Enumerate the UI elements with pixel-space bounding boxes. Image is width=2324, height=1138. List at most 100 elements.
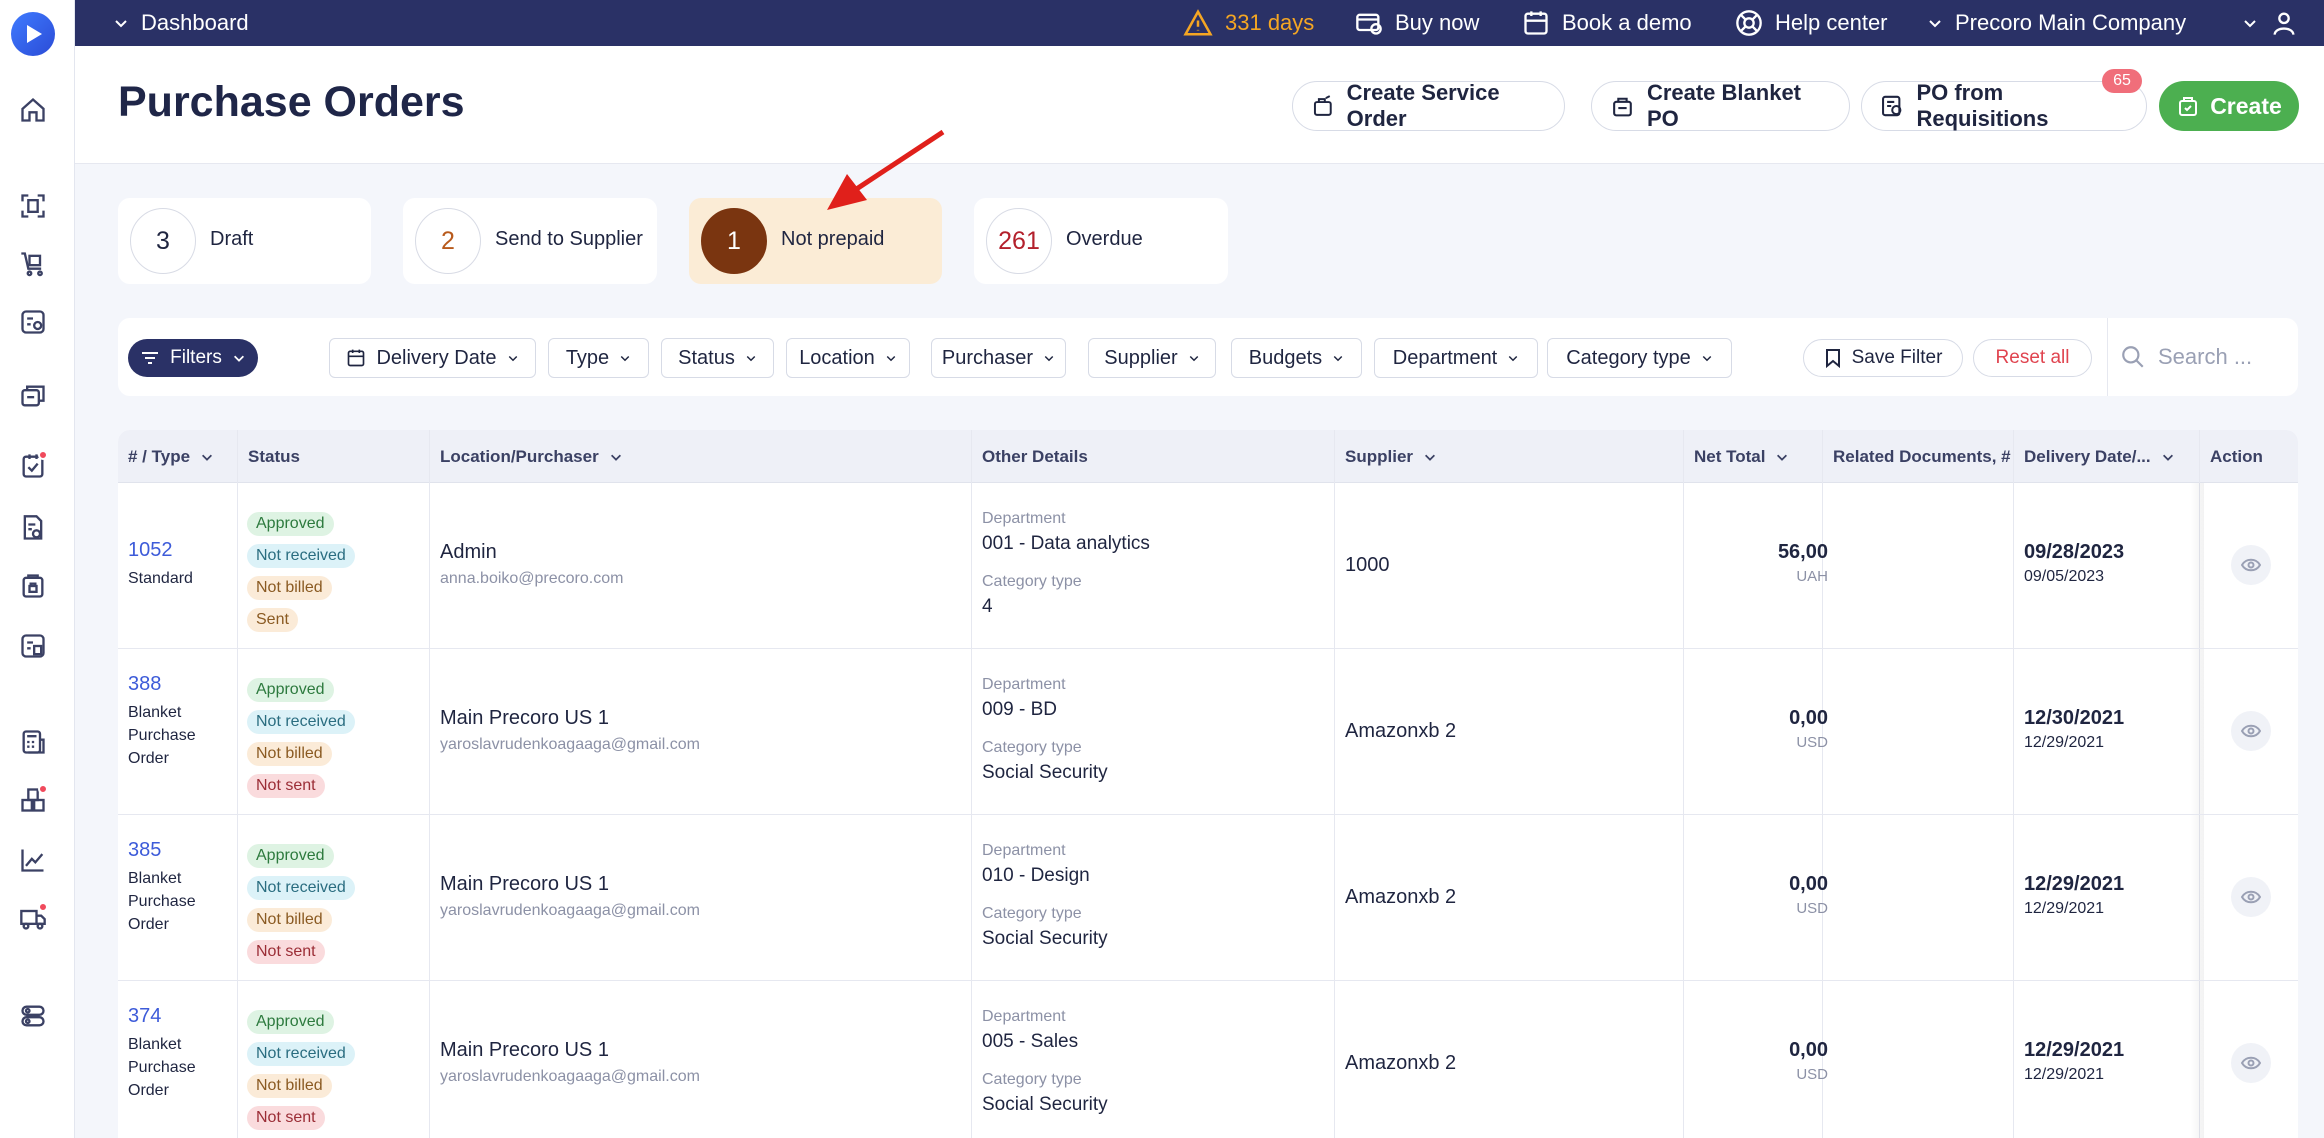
chevron-down-icon: [1333, 355, 1343, 362]
approvals-icon[interactable]: [17, 450, 49, 482]
po-number-link[interactable]: 1052: [128, 539, 173, 562]
precoro-logo[interactable]: [11, 12, 55, 56]
scan-document-icon[interactable]: [17, 190, 49, 222]
card-count: 261: [986, 208, 1052, 274]
status-card-send-to-supplier[interactable]: 2 Send to Supplier: [403, 198, 657, 284]
chevron-down-icon: [1929, 20, 1941, 28]
buy-now-link[interactable]: Buy now: [1355, 0, 1479, 46]
view-button[interactable]: [2231, 1043, 2271, 1083]
create-button[interactable]: Create: [2159, 81, 2299, 131]
status-badge: Sent: [247, 608, 298, 632]
filter-department[interactable]: Department: [1374, 338, 1538, 378]
location-name: Admin: [440, 541, 497, 563]
view-button[interactable]: [2231, 711, 2271, 751]
settings-toggles-icon[interactable]: [17, 1000, 49, 1032]
filter-budgets[interactable]: Budgets: [1231, 338, 1362, 378]
lock-document-icon[interactable]: [17, 570, 49, 602]
filter-supplier[interactable]: Supplier: [1088, 338, 1216, 378]
status-card-overdue[interactable]: 261 Overdue: [974, 198, 1228, 284]
column-location-purchaser[interactable]: Location/Purchaser: [440, 430, 623, 483]
bag-icon: [1313, 95, 1332, 116]
invoice-icon[interactable]: [17, 512, 49, 544]
po-type-line: Blanket: [128, 1036, 182, 1053]
search-input[interactable]: [2158, 342, 2288, 372]
eye-icon: [2241, 1056, 2261, 1070]
save-filter-button[interactable]: Save Filter: [1803, 339, 1963, 377]
warning-icon: [1183, 9, 1213, 36]
cart-icon[interactable]: [17, 248, 49, 280]
delivery-icon[interactable]: [17, 902, 49, 934]
column-label: Other Details: [982, 446, 1088, 466]
purchaser-email: yaroslavrudenkoagaaga@gmail.com: [440, 902, 700, 919]
chevron-down-icon: [2162, 454, 2173, 461]
user-menu[interactable]: [2242, 0, 2298, 46]
eye-icon: [2241, 558, 2261, 572]
create-blanket-po-button[interactable]: Create Blanket PO: [1591, 80, 1850, 131]
view-button[interactable]: [2231, 545, 2271, 585]
dashboard-label: Dashboard: [141, 10, 249, 35]
table-row[interactable]: 388 Blanket Purchase Order Approved Not …: [118, 649, 2298, 815]
column-status[interactable]: Status: [248, 430, 300, 483]
warehouse-icon[interactable]: [17, 784, 49, 816]
table-row[interactable]: 1052 Standard Approved Not received Not …: [118, 483, 2298, 649]
status-badge: Not billed: [247, 576, 332, 600]
created-date: 12/29/2021: [2024, 1066, 2105, 1083]
status-badge: Not sent: [247, 774, 325, 798]
help-center-link[interactable]: Help center: [1735, 0, 1888, 46]
status-badge: Not received: [247, 710, 355, 734]
eye-icon: [2241, 890, 2261, 904]
column-delivery-date[interactable]: Delivery Date/...: [2024, 430, 2175, 483]
department-value: 010 - Design: [982, 865, 1090, 886]
purchase-order-icon[interactable]: [17, 306, 49, 338]
dashboard-menu[interactable]: Dashboard: [113, 0, 249, 46]
column-label: Net Total: [1694, 446, 1766, 466]
chevron-down-icon: [886, 355, 896, 362]
po-number-link[interactable]: 388: [128, 673, 161, 696]
page-title: Purchase Orders: [118, 78, 465, 126]
home-icon[interactable]: [17, 94, 49, 126]
column-net-total[interactable]: Net Total: [1694, 430, 1789, 483]
create-service-order-button[interactable]: Create Service Order: [1292, 80, 1565, 131]
column-number-type[interactable]: # / Type: [128, 430, 214, 483]
filters-button[interactable]: Filters: [128, 339, 258, 377]
column-other-details[interactable]: Other Details: [982, 430, 1088, 483]
card-label: Overdue: [1066, 228, 1143, 250]
department-label: Department: [982, 1008, 1066, 1025]
table-row[interactable]: 374 Blanket Purchase Order Approved Not …: [118, 981, 2298, 1138]
status-card-draft[interactable]: 3 Draft: [118, 198, 371, 284]
filter-location[interactable]: Location: [786, 338, 910, 378]
table-row[interactable]: 385 Blanket Purchase Order Approved Not …: [118, 815, 2298, 981]
filter-purchaser[interactable]: Purchaser: [931, 338, 1066, 378]
column-supplier[interactable]: Supplier: [1345, 430, 1437, 483]
chevron-down-icon: [1044, 355, 1054, 362]
requisition-icon: [1882, 95, 1902, 117]
receipt-icon[interactable]: [17, 380, 49, 412]
created-date: 12/29/2021: [2024, 734, 2105, 751]
filter-category-type[interactable]: Category type: [1547, 338, 1732, 378]
po-number-link[interactable]: 385: [128, 839, 161, 862]
category-type-value: Social Security: [982, 1094, 1108, 1115]
po-number-link[interactable]: 374: [128, 1005, 161, 1028]
filter-label: Purchaser: [941, 346, 1034, 369]
filter-status[interactable]: Status: [661, 338, 774, 378]
search-icon: [2122, 346, 2144, 368]
book-demo-link[interactable]: Book a demo: [1522, 0, 1692, 46]
notification-dot: [38, 784, 48, 794]
analytics-icon[interactable]: [17, 844, 49, 876]
trial-warning[interactable]: 331 days: [1183, 0, 1314, 46]
budget-icon[interactable]: [17, 630, 49, 662]
filter-label: Category type: [1566, 346, 1691, 369]
filter-label: Budgets: [1248, 346, 1323, 369]
purchaser-email: anna.boiko@precoro.com: [440, 570, 624, 587]
card-count: 1: [701, 208, 767, 274]
reset-all-button[interactable]: Reset all: [1973, 339, 2092, 377]
view-button[interactable]: [2231, 877, 2271, 917]
filter-delivery-date[interactable]: Delivery Date: [329, 338, 536, 378]
company-switcher[interactable]: Precoro Main Company: [1927, 0, 2186, 46]
filter-type[interactable]: Type: [548, 338, 649, 378]
po-type-line: Purchase: [128, 1059, 196, 1076]
column-related-documents[interactable]: Related Documents, #: [1833, 430, 2011, 483]
calendar-icon: [348, 349, 365, 367]
trial-days: 331 days: [1225, 10, 1315, 35]
calculator-icon[interactable]: [17, 726, 49, 758]
